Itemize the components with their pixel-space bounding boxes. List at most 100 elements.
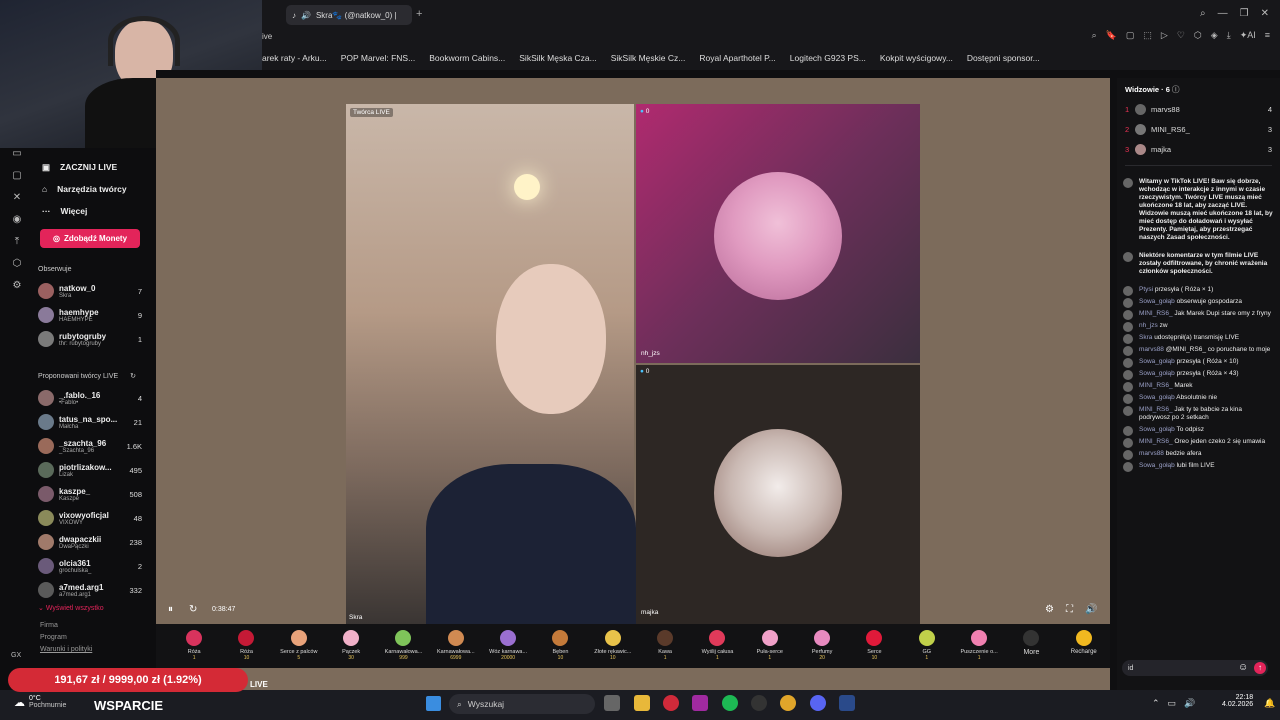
chat-message[interactable]: Sowa_gołąb przesyła ( Róża × 43) — [1117, 368, 1280, 380]
menu-icon[interactable]: ≡ — [1265, 30, 1270, 41]
guest-video-1[interactable]: ● 0 nh_jzs — [636, 104, 920, 363]
gift-item[interactable]: Kawa 1 — [639, 624, 691, 661]
bookmark-item[interactable]: SikSilk Męskie Cz... — [611, 53, 686, 63]
footer-link[interactable]: Program — [0, 634, 156, 646]
gift-item[interactable]: Róża 1 — [168, 624, 220, 661]
chat-message[interactable]: Sowa_gołąb przesyła ( Róża × 10) — [1117, 356, 1280, 368]
vpn-icon[interactable]: ◈ — [1211, 30, 1218, 41]
chat-message[interactable]: MINI_RS6_ Jak Marek Dupi stare omy z fry… — [1117, 308, 1280, 320]
emoji-icon[interactable]: ☺ — [1238, 662, 1248, 673]
chat-message[interactable]: Sowa_gołąb Absolutnie nie — [1117, 392, 1280, 404]
gift-item[interactable]: Złote rękawic... 10 — [587, 624, 639, 661]
discord-icon[interactable] — [810, 695, 826, 711]
bookmark-item[interactable]: Dostępni sponsor... — [967, 53, 1040, 63]
nav-go-live[interactable]: ▣ ZACZNIJ LIVE — [0, 156, 156, 178]
recharge-button[interactable]: Recharge — [1058, 624, 1110, 655]
pause-button[interactable]: ⏸ — [168, 604, 173, 615]
gift-more-button[interactable]: More — [1005, 624, 1057, 656]
extension-icon[interactable]: ⬚ — [1143, 30, 1152, 41]
browser-tab[interactable]: ♪ 🔊 Skra🐾 (@natkow_0) | — [286, 5, 412, 25]
chat-message[interactable]: Ptysi przesyła ( Róża × 1) — [1117, 284, 1280, 296]
windows-start-icon[interactable] — [426, 696, 441, 711]
host-name[interactable]: Skra — [349, 614, 362, 621]
send-button[interactable]: ↑ — [1254, 662, 1266, 674]
show-all-link[interactable]: ⌄ Wyświetl wszystko — [0, 604, 156, 612]
gift-item[interactable]: Puła-serce 1 — [744, 624, 796, 661]
maximize-icon[interactable]: ❐ — [1240, 8, 1249, 19]
zoom-icon[interactable]: ⌕ — [1092, 30, 1097, 41]
bookmark-item[interactable]: Royal Aparthotel P... — [699, 53, 775, 63]
bookmark-item[interactable]: SikSilk Męska Cza... — [519, 53, 596, 63]
refresh-button[interactable]: ↻ — [189, 604, 197, 615]
obs-icon[interactable] — [751, 695, 767, 711]
guest-video-2[interactable]: ● 0 majka — [636, 365, 920, 624]
upload-icon[interactable]: ⤒ — [10, 236, 24, 250]
gift-item[interactable]: Karnawałowa... 999 — [377, 624, 429, 661]
chat-message[interactable]: Sowa_gołąb To odpisz — [1117, 424, 1280, 436]
gift-item[interactable]: Puszczenie o... 1 — [953, 624, 1005, 661]
chrome-icon[interactable] — [780, 695, 796, 711]
viewers-title[interactable]: Widzowie · 6 ⓘ — [1117, 78, 1280, 99]
bookmark-item[interactable]: POP Marvel: FNS... — [341, 53, 415, 63]
suggested-account[interactable]: _.fablo._16 •Fablo• 4 — [0, 386, 156, 410]
fullscreen-icon[interactable]: ⛶ — [1066, 604, 1073, 615]
viewer-row[interactable]: 3 majka 3 — [1117, 139, 1280, 159]
host-video[interactable]: Twórca LIVE Skra — [346, 104, 636, 624]
chat-message[interactable]: Sowa_gołąb obserwuje gospodarza — [1117, 296, 1280, 308]
notification-icon[interactable]: 🔔 — [1264, 698, 1275, 709]
chat-message[interactable]: Niektóre komentarze w tym filmie LIVE zo… — [1117, 250, 1280, 278]
gift-item[interactable]: Serce z palców 5 — [273, 624, 325, 661]
chat-message[interactable]: MINI_RS6_ Oreo jeden czeko 2 się umawia — [1117, 436, 1280, 448]
screenshot-icon[interactable]: ▢ — [1126, 30, 1135, 41]
footer-link[interactable]: Firma — [0, 622, 156, 634]
viewer-row[interactable]: 1 marvs88 4 — [1117, 99, 1280, 119]
suggested-account[interactable]: tatus_na_spo... Małcha 21 — [0, 410, 156, 434]
search-tabs-icon[interactable]: ⌕ — [1200, 8, 1206, 19]
chat-message[interactable]: marvs88 bedzie afera — [1117, 448, 1280, 460]
bookmark-item[interactable]: Kokpit wyścigowy... — [880, 53, 953, 63]
suggested-account[interactable]: kaszpe_ Kaszpe 508 — [0, 482, 156, 506]
guest2-name[interactable]: majka — [641, 609, 658, 616]
app-icon[interactable] — [692, 695, 708, 711]
explorer-icon[interactable] — [634, 695, 650, 711]
gift-item[interactable]: Bęben 10 — [534, 624, 586, 661]
refresh-icon[interactable]: ↻ — [130, 373, 136, 380]
footer-link[interactable]: Warunki i polityki — [0, 646, 156, 658]
heart-icon[interactable]: ♡ — [1177, 30, 1185, 41]
chat-message[interactable]: marvs88 @MINI_RS6_ co poruchane to moje — [1117, 344, 1280, 356]
gift-item[interactable]: Wyślij całusa 1 — [691, 624, 743, 661]
ai-icon[interactable]: ✦AI — [1240, 30, 1256, 41]
close-icon[interactable]: ✕ — [1261, 8, 1269, 19]
volume-icon[interactable]: 🔊 — [1184, 698, 1195, 709]
minimize-icon[interactable]: — — [1218, 8, 1228, 19]
chevron-up-icon[interactable]: ⌃ — [1152, 698, 1160, 709]
suggested-account[interactable]: olcia361 grochulska_ 2 — [0, 554, 156, 578]
address-bar[interactable]: ive ⌕ 🔖 ▢ ⬚ ▷ ♡ ⬡ ◈ ⤓ ✦AI ≡ — [262, 30, 1280, 46]
gift-item[interactable]: Karnawałowa... 6999 — [430, 624, 482, 661]
gift-item[interactable]: GG 1 — [901, 624, 953, 661]
gift-item[interactable]: Róża 10 — [220, 624, 272, 661]
suggested-account[interactable]: a7med.arg1 a7med.arg1 332 — [0, 578, 156, 602]
spotify-icon[interactable] — [722, 695, 738, 711]
taskbar-search[interactable]: ⌕ Wyszukaj — [449, 694, 595, 714]
suggested-account[interactable]: dwapaczkii DwaPączki 238 — [0, 530, 156, 554]
puzzle-icon[interactable]: ⬡ — [1194, 30, 1202, 41]
gift-item[interactable]: Perfumy 20 — [796, 624, 848, 661]
viewer-row[interactable]: 2 MINI_RS6_ 3 — [1117, 119, 1280, 139]
settings-icon[interactable]: ⚙ — [1045, 604, 1054, 615]
chat-message[interactable]: MINI_RS6_ Marek — [1117, 380, 1280, 392]
clock[interactable]: 22:18 4.02.2026 — [1222, 694, 1253, 708]
task-view-icon[interactable] — [604, 695, 620, 711]
bookmark-item[interactable]: Bookworm Cabins... — [429, 53, 505, 63]
chat-message[interactable]: nh_jzs zw — [1117, 320, 1280, 332]
network-icon[interactable]: ▭ — [1168, 698, 1177, 709]
suggested-account[interactable]: _szachta_96 _Szachta_96 1.6K — [0, 434, 156, 458]
nav-more[interactable]: ··· Więcej — [0, 200, 156, 222]
bookmark-item[interactable]: arek raty - Arku... — [262, 53, 327, 63]
nav-creator-tools[interactable]: ⌂ Narzędzia twórcy — [0, 178, 156, 200]
followed-account[interactable]: natkow_0 Skra 7 — [0, 279, 156, 303]
chat-message[interactable]: Skra udostępnił(a) transmisję LIVE — [1117, 332, 1280, 344]
bookmark-icon[interactable]: 🔖 — [1106, 30, 1117, 41]
gift-item[interactable]: Wóz karnawa... 20000 — [482, 624, 534, 661]
followed-account[interactable]: haemhype HAEMHYPE 9 — [0, 303, 156, 327]
